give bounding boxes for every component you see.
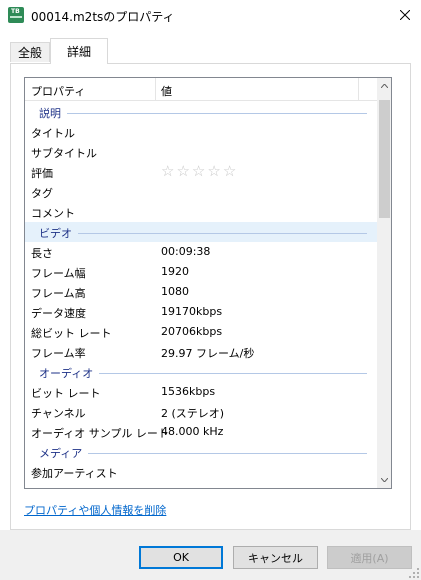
list-header: プロパティ 値 [25, 78, 377, 101]
property-row[interactable]: ビット レート 1536kbps [25, 382, 377, 402]
property-value: 00:09:38 [161, 245, 211, 258]
star-icon[interactable]: ☆ [207, 163, 220, 179]
group-label: 説明 [39, 105, 67, 121]
video-file-icon: TB [8, 7, 24, 23]
property-value: 48.000 kHz [161, 425, 224, 438]
property-name: フレーム率 [31, 347, 86, 360]
group-divider [39, 113, 367, 114]
chevron-up-icon [381, 84, 388, 88]
rating-stars[interactable]: ☆ ☆ ☆ ☆ ☆ [161, 163, 236, 179]
tab-details[interactable]: 詳細 [50, 38, 108, 64]
group-divider [39, 233, 367, 234]
group-header[interactable]: メディア [25, 442, 377, 462]
property-name: チャンネル [31, 407, 86, 420]
group-label: ビデオ [39, 225, 78, 241]
property-name: データ速度 [31, 307, 86, 320]
property-rows: 説明 タイトル サブタイトル 評価 ☆ ☆ ☆ ☆ ☆ タグ コメント ビデオ 長さ 00:09:38 フレ… [25, 102, 377, 482]
property-value: 1920 [161, 265, 189, 278]
column-header-property[interactable]: プロパティ [31, 83, 85, 99]
property-row[interactable]: オーディオ サンプル レート 48.000 kHz [25, 422, 377, 442]
group-label: メディア [39, 445, 89, 461]
property-row[interactable]: 総ビット レート 20706kbps [25, 322, 377, 342]
vertical-scrollbar[interactable] [377, 78, 391, 488]
column-header-value[interactable]: 値 [161, 83, 172, 99]
property-name: 総ビット レート [31, 327, 112, 340]
property-row[interactable]: 評価 ☆ ☆ ☆ ☆ ☆ [25, 162, 377, 182]
group-header[interactable]: オーディオ [25, 362, 377, 382]
group-header[interactable]: 説明 [25, 102, 377, 122]
cancel-button[interactable]: キャンセル [233, 546, 318, 569]
property-name: 評価 [31, 167, 53, 180]
property-name: タグ [31, 187, 53, 200]
property-row[interactable]: タグ [25, 182, 377, 202]
close-button[interactable] [388, 0, 421, 30]
property-row[interactable]: フレーム率 29.97 フレーム/秒 [25, 342, 377, 362]
star-icon[interactable]: ☆ [161, 163, 174, 179]
property-value: 1080 [161, 285, 189, 298]
chevron-down-icon [381, 478, 388, 482]
property-row[interactable]: データ速度 19170kbps [25, 302, 377, 322]
star-icon[interactable]: ☆ [192, 163, 205, 179]
property-row[interactable]: 長さ 00:09:38 [25, 242, 377, 262]
property-row[interactable]: 参加アーティスト [25, 462, 377, 482]
property-row[interactable]: サブタイトル [25, 142, 377, 162]
property-name: オーディオ サンプル レート [31, 427, 169, 440]
property-row[interactable]: フレーム幅 1920 [25, 262, 377, 282]
tab-general[interactable]: 全般 [10, 42, 50, 62]
property-value: 2 (ステレオ) [161, 407, 225, 420]
column-divider[interactable] [155, 78, 156, 100]
star-icon[interactable]: ☆ [176, 163, 189, 179]
property-name: 参加アーティスト [31, 467, 118, 480]
window-title: 00014.m2tsのプロパティ [31, 10, 175, 24]
property-name: コメント [31, 207, 75, 220]
property-value: 1536kbps [161, 385, 216, 398]
group-label: オーディオ [39, 365, 100, 381]
star-icon[interactable]: ☆ [223, 163, 236, 179]
close-icon [399, 10, 410, 20]
resize-grip-icon[interactable] [409, 568, 419, 578]
button-bar: OK キャンセル 適用(A) [0, 530, 421, 580]
property-name: ビット レート [31, 387, 101, 400]
property-name: サブタイトル [31, 147, 97, 160]
property-list[interactable]: プロパティ 値 説明 タイトル サブタイトル 評価 ☆ ☆ ☆ ☆ ☆ タグ コメント ビデオ 長さ 00… [24, 77, 392, 489]
property-value: 20706kbps [161, 325, 223, 338]
scrollbar-thumb[interactable] [379, 100, 390, 218]
remove-properties-link[interactable]: プロパティや個人情報を削除 [24, 502, 166, 518]
group-header[interactable]: ビデオ [25, 222, 377, 242]
property-name: 長さ [31, 247, 53, 260]
property-name: タイトル [31, 127, 75, 140]
column-divider[interactable] [358, 78, 359, 100]
ok-button[interactable]: OK [139, 546, 223, 569]
apply-button[interactable]: 適用(A) [327, 546, 412, 569]
property-row[interactable]: フレーム高 1080 [25, 282, 377, 302]
scroll-up-button[interactable] [377, 78, 391, 94]
property-row[interactable]: タイトル [25, 122, 377, 142]
property-name: フレーム高 [31, 287, 86, 300]
property-row[interactable]: コメント [25, 202, 377, 222]
property-value: 19170kbps [161, 305, 223, 318]
property-name: フレーム幅 [31, 267, 86, 280]
tab-strip: 全般 詳細 [0, 30, 421, 64]
title-bar: TB 00014.m2tsのプロパティ [0, 0, 421, 30]
property-value: 29.97 フレーム/秒 [161, 347, 255, 360]
property-row[interactable]: チャンネル 2 (ステレオ) [25, 402, 377, 422]
scroll-down-button[interactable] [377, 472, 391, 488]
